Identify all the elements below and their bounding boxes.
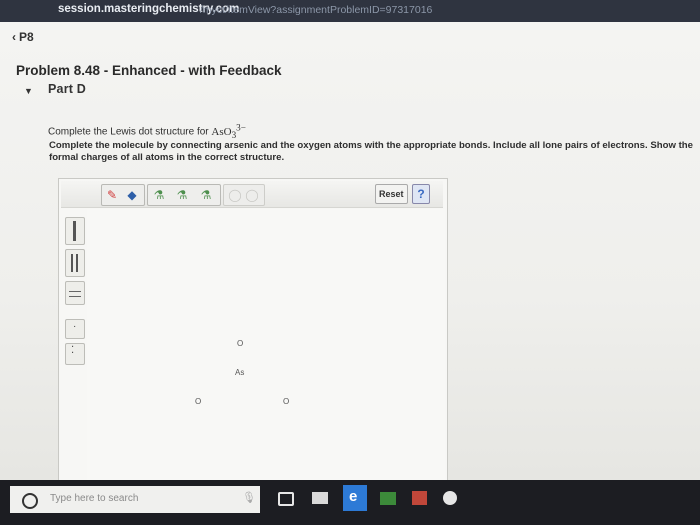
taskbar: Type here to search 🎙 e (0, 480, 700, 525)
lewis-structure-editor[interactable]: ✎ ◆ ⚗ ⚗ ⚗ ◯ ◯ Reset ? · ⁚ O As O O (58, 178, 448, 502)
single-bond-tool[interactable] (65, 217, 85, 245)
store-icon[interactable] (378, 488, 398, 508)
task-view-icon[interactable] (275, 488, 295, 508)
double-bond-tool[interactable] (65, 249, 85, 277)
collapse-triangle-icon[interactable]: ▼ (24, 86, 33, 96)
electron-pair-tool[interactable]: ⁚ (65, 343, 85, 365)
double-bond-icon (76, 254, 78, 272)
dot-icon: · (73, 321, 77, 332)
search-placeholder: Type here to search (50, 493, 139, 504)
template-icon[interactable]: ⚗ (151, 187, 167, 203)
zoom-out-icon[interactable]: ◯ (244, 187, 260, 203)
part-label[interactable]: Part D (48, 82, 86, 96)
help-button[interactable]: ? (412, 184, 430, 204)
single-bond-icon (73, 221, 76, 241)
template-tool-group: ⚗ ⚗ ⚗ (147, 184, 221, 206)
cortana-icon (22, 493, 38, 509)
app-icon[interactable] (440, 488, 460, 508)
arsenic-atom[interactable]: As (235, 368, 244, 377)
eraser-icon[interactable]: ◆ (124, 187, 140, 203)
lone-pair-tool[interactable]: · (65, 319, 85, 339)
back-link-label: P8 (19, 30, 34, 44)
taskbar-search-box[interactable]: Type here to search 🎙 (10, 486, 260, 513)
question-prefix: Complete the Lewis dot structure for (48, 126, 212, 138)
file-explorer-icon[interactable] (310, 488, 330, 508)
triple-bond-icon (69, 291, 81, 297)
editor-sidebar: · ⁚ (61, 209, 87, 499)
oxygen-atom[interactable]: O (283, 397, 289, 406)
back-link[interactable]: ‹ P8 (12, 30, 34, 44)
chevron-left-icon: ‹ (12, 30, 16, 44)
oxygen-atom[interactable]: O (237, 339, 243, 348)
page-content: ‹ P8 Problem 8.48 - Enhanced - with Feedb… (0, 22, 700, 502)
zoom-tool-group: ◯ ◯ (223, 184, 265, 206)
drawing-canvas[interactable]: O As O O (87, 209, 445, 499)
pencil-icon[interactable]: ✎ (104, 187, 120, 203)
zoom-in-icon[interactable]: ◯ (227, 187, 243, 203)
app-icon[interactable] (410, 488, 430, 508)
edge-browser-icon[interactable]: e (343, 485, 367, 511)
browser-address-bar[interactable]: session.masteringchemistry.com /myct/ite… (0, 0, 700, 22)
template-icon[interactable]: ⚗ (174, 187, 190, 203)
chemical-formula: AsO33− (211, 122, 246, 140)
triple-bond-tool[interactable] (65, 281, 85, 305)
oxygen-atom[interactable]: O (195, 397, 201, 406)
instruction-text: Complete the molecule by connecting arse… (49, 140, 693, 163)
electron-pair-icon: ⁚ (71, 345, 75, 356)
reset-button[interactable]: Reset (375, 184, 408, 204)
template-icon[interactable]: ⚗ (198, 187, 214, 203)
url-path: /myct/itemView?assignmentProblemID=97317… (200, 4, 433, 16)
double-bond-icon (71, 254, 73, 272)
microphone-icon[interactable]: 🎙 (242, 491, 256, 504)
drawing-tool-group: ✎ ◆ (101, 184, 145, 206)
question-text: Complete the Lewis dot structure for AsO… (48, 122, 246, 140)
problem-title: Problem 8.48 - Enhanced - with Feedback (16, 63, 282, 78)
editor-toolbar: ✎ ◆ ⚗ ⚗ ⚗ ◯ ◯ Reset ? (61, 181, 443, 208)
